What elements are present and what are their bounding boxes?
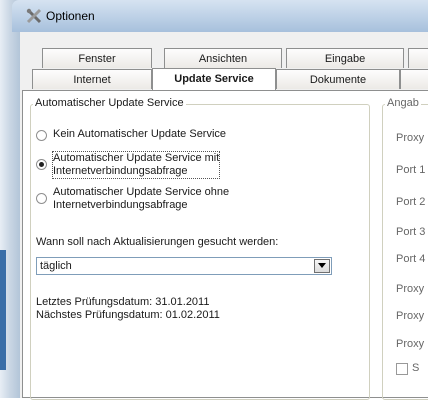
- tab-eingabe[interactable]: Eingabe: [286, 48, 404, 68]
- tab-ansichten-label: Ansichten: [198, 53, 248, 65]
- next-check-date: Nächstes Prüfungsdatum: 01.02.2011: [36, 309, 220, 321]
- proxy-label: Proxy: [396, 132, 425, 144]
- port1-label: Port 1: [396, 164, 426, 176]
- interval-select-value: täglich: [40, 260, 72, 272]
- radio-label: Automatischer Update Service ohne Intern…: [53, 186, 229, 212]
- radio-label-line1: Automatischer Update Service mit: [53, 152, 220, 164]
- proxy-label-2: Proxy: [396, 283, 425, 295]
- background-window-band: [0, 250, 6, 370]
- background-window-edge: [0, 0, 20, 398]
- radio-label-line2: Internetverbindungsabfrage: [53, 165, 188, 177]
- tab-fenster-label: Fenster: [78, 53, 116, 65]
- window-title: Optionen: [46, 9, 95, 23]
- proxy-checkbox[interactable]: [396, 363, 408, 375]
- port2-label: Port 2: [396, 196, 426, 208]
- proxy-settings-group: [382, 104, 428, 400]
- radio-label-line2: Internetverbindungsabfrage: [53, 199, 188, 211]
- update-service-group: [30, 104, 370, 400]
- radio-button[interactable]: [36, 193, 47, 204]
- interval-select[interactable]: täglich: [36, 257, 332, 275]
- tab-update-service-label: Update Service: [174, 73, 254, 85]
- tab-partial-1[interactable]: [408, 48, 428, 68]
- radio-option-with-connection-check[interactable]: Automatischer Update Service mit Interne…: [36, 151, 221, 179]
- update-service-group-legend: Automatischer Update Service: [33, 97, 186, 109]
- last-check-date: Letztes Prüfungsdatum: 31.01.2011: [36, 296, 210, 308]
- port4-label: Port 4: [396, 253, 426, 265]
- wrench-cross-icon: [26, 8, 42, 24]
- tab-dokumente-label: Dokumente: [309, 74, 367, 86]
- radio-label: Automatischer Update Service mit Interne…: [51, 151, 221, 179]
- tab-partial-2[interactable]: [400, 69, 428, 89]
- tab-dokumente[interactable]: Dokumente: [276, 69, 400, 89]
- radio-label: Kein Automatischer Update Service: [53, 128, 227, 140]
- proxy-settings-group-legend: Angab: [385, 97, 421, 109]
- chevron-down-icon: [318, 263, 326, 268]
- proxy-checkbox-label: S: [412, 362, 420, 374]
- radio-option-without-connection-check[interactable]: Automatischer Update Service ohne Intern…: [36, 186, 229, 212]
- radio-label-line1: Automatischer Update Service ohne: [53, 186, 230, 198]
- tab-update-service[interactable]: Update Service: [152, 68, 276, 90]
- tab-internet-label: Internet: [73, 74, 111, 86]
- interval-question-label: Wann soll nach Aktualisierungen gesucht …: [36, 236, 279, 248]
- title-bar[interactable]: Optionen: [12, 0, 428, 32]
- radio-button[interactable]: [36, 130, 47, 141]
- radio-button-selected[interactable]: [36, 159, 47, 170]
- port3-label: Port 3: [396, 226, 426, 238]
- options-dialog: Optionen Fenster Ansichten Eingabe Inter…: [0, 0, 428, 400]
- radio-option-no-update[interactable]: Kein Automatischer Update Service: [36, 128, 226, 141]
- proxy-label-4: Proxy: [396, 338, 425, 350]
- tab-eingabe-label: Eingabe: [324, 53, 366, 65]
- tab-internet[interactable]: Internet: [32, 69, 152, 89]
- proxy-label-3: Proxy: [396, 310, 425, 322]
- dropdown-arrow-icon[interactable]: [314, 259, 330, 273]
- tab-ansichten[interactable]: Ansichten: [164, 48, 282, 68]
- tab-fenster[interactable]: Fenster: [42, 48, 152, 68]
